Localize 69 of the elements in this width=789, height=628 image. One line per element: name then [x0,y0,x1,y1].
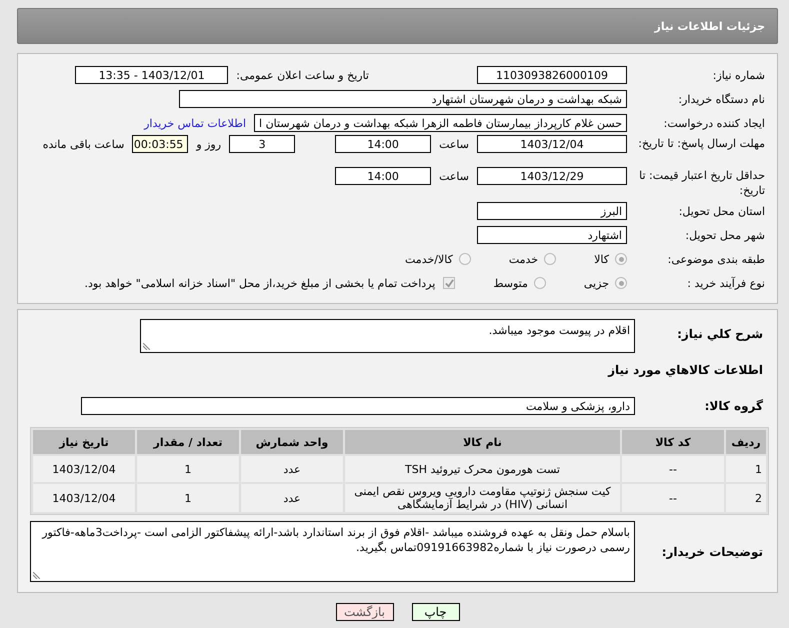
field-label: روز و [196,138,222,150]
section-title: اطلاعات کالاهاي مورد نياز [606,363,763,377]
resize-grip-icon [33,572,40,579]
table-cell: کیت سنجش ژنوتیپ مقاومت دارویی ویروس نقص ایمنی انسانی (HIV) در شرایط آزمایشگاهی [345,484,620,512]
page-title: جزئیات اطلاعات نیاز [654,20,765,32]
option-label: خدمت [508,252,538,266]
radio-button[interactable] [615,277,627,289]
field-label: شهر محل تحویل: [685,228,765,242]
radio-button[interactable] [615,253,627,265]
column-header: ردیف [726,430,766,454]
table-cell: 1403/12/04 [33,484,135,512]
table-cell: تست هورمون محرک تیروئید TSH [345,456,620,482]
city-field: اشتهارد [477,226,627,244]
column-header: نام کالا [345,430,620,454]
field-label: توضیحات خریدار: [662,545,763,559]
remaining-time-field: 00:03:55 [132,135,188,153]
field-label: مهلت ارسال پاسخ: تا تاریخ: [638,137,765,150]
validity-time-field: 14:00 [335,167,432,185]
goods-group-field: دارو، پزشکی و سلامت [81,397,635,415]
table-cell: 1 [137,456,239,482]
deadline-date-field: 1403/12/04 [477,135,627,153]
column-header: تاریخ نیاز [33,430,135,454]
field-label: حداقل تاریخ اعتبار قیمت: تا تاریخ: [639,169,765,197]
requester-field: حسن غلام کارپرداز بیمارستان فاطمه الزهرا شبکه بهداشت و درمان شهرستان ا [254,114,627,132]
table-cell: 1 [726,456,766,482]
field-label: شرح کلي نياز: [677,327,763,341]
resize-grip-icon [143,343,150,350]
table-cell: -- [622,484,724,512]
table-cell: عدد [241,484,343,512]
field-label: گروه کالا: [704,399,763,413]
option-label: متوسط [493,276,528,290]
buyer-field: شبکه بهداشت و درمان شهرستان اشتهارد [179,90,627,108]
field-label: طبقه بندی موضوعی: [668,252,765,266]
treasury-checkbox[interactable] [443,277,456,289]
announce-date-field: 1403/12/01 - 13:35 [75,66,228,84]
print-button[interactable]: چاپ [412,603,460,621]
deadline-time-field: 14:00 [335,135,432,153]
validity-date-field: 1403/12/29 [477,167,627,185]
description-field: اقلام در پیوست موجود میباشد. [140,319,635,353]
days-field: 3 [229,135,296,153]
table-cell: -- [622,456,724,482]
field-label: شماره نیاز: [712,68,765,82]
radio-button[interactable] [544,253,556,265]
back-button[interactable]: بازگشت [336,603,394,621]
field-label: استان محل تحویل: [678,204,765,218]
field-label: نوع فرآیند خرید : [687,276,765,290]
field-label: ساعت باقی مانده [42,138,124,150]
column-header: کد کالا [622,430,724,454]
option-label: کالا/خدمت [405,252,453,266]
table-cell: 1 [137,484,239,512]
buyer-notes-field: باسلام حمل ونقل به عهده فروشنده میباشد -اقلام فوق از برند استاندارد باشد-ارائه پیشفاکتور الزامی است -پرداخت3ماهه-فاکتور رسمی درصورت نیاز با شماره09191663982تماس بگیرید. [30,521,635,582]
radio-button[interactable] [458,253,471,265]
option-label: جزیی [584,276,609,290]
field-label: ساعت [439,170,469,182]
treasury-note: پرداخت تمام یا بخشی از مبلغ خرید،از محل "اسناد خزانه اسلامی" خواهد بود. [84,276,436,290]
radio-button[interactable] [534,277,546,289]
option-label: کالا [594,252,609,266]
table-cell: 1403/12/04 [33,456,135,482]
field-label: نام دستگاه خریدار: [678,92,765,106]
field-label: ایجاد کننده درخواست: [664,116,765,130]
province-field: البرز [477,202,627,220]
field-label: ساعت [439,138,469,150]
column-header: تعداد / مقدار [137,430,239,454]
need-number-field: 1103093826000109 [477,66,627,84]
table-cell: عدد [241,456,343,482]
buyer-contact-link[interactable]: اطلاعات تماس خریدار [144,116,246,130]
field-label: تاریخ و ساعت اعلان عمومی: [236,68,369,82]
table-cell: 2 [726,484,766,512]
column-header: واحد شمارش [241,430,343,454]
